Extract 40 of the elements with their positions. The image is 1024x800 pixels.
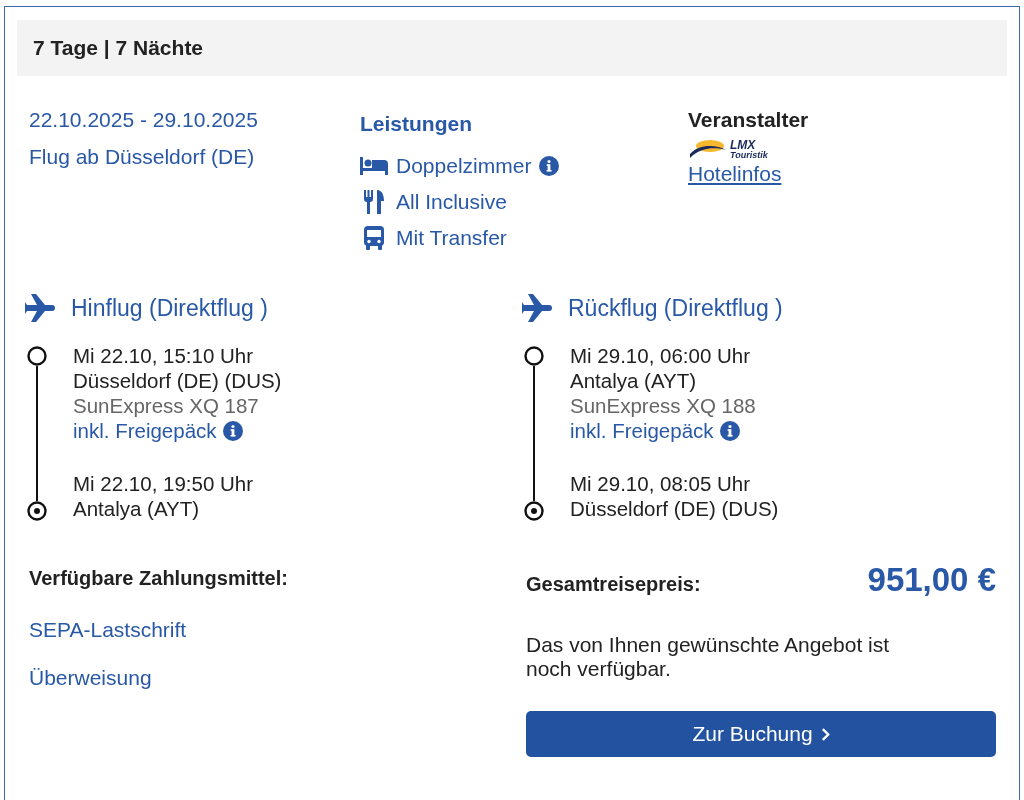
services-heading: Leistungen bbox=[360, 112, 473, 136]
flight-time: Mi 29.10, 06:00 Uhr bbox=[570, 343, 752, 368]
airport-name: Düsseldorf (DE) (DUS) bbox=[570, 496, 780, 521]
booking-button[interactable]: Zur Buchung bbox=[526, 711, 996, 757]
airplane-icon bbox=[522, 294, 554, 322]
airplane-icon bbox=[25, 294, 57, 322]
flight-time: Mi 22.10, 19:50 Uhr bbox=[73, 471, 255, 496]
logo-icon bbox=[688, 138, 728, 160]
logo-subtitle: Touristik bbox=[730, 150, 768, 160]
info-icon[interactable] bbox=[719, 420, 740, 441]
departure-airport: Flug ab Düsseldorf (DE) bbox=[29, 145, 256, 169]
payment-method: SEPA-Lastschrift bbox=[29, 618, 188, 642]
airport-name: Antalya (AYT) bbox=[570, 368, 698, 393]
baggage-label: inkl. Freigepäck bbox=[73, 418, 217, 443]
travel-dates: 22.10.2025 - 29.10.2025 bbox=[29, 108, 259, 132]
airport-name: Antalya (AYT) bbox=[73, 496, 201, 521]
chevron-icon bbox=[820, 727, 830, 741]
flight-number: SunExpress XQ 188 bbox=[570, 393, 757, 418]
flight-time: Mi 22.10, 15:10 Uhr bbox=[73, 343, 255, 368]
service-label: Doppelzimmer bbox=[396, 154, 532, 178]
operator-heading: Veranstalter bbox=[688, 108, 810, 132]
flight-time: Mi 29.10, 08:05 Uhr bbox=[570, 471, 752, 496]
service-label: Mit Transfer bbox=[396, 226, 507, 250]
offer-header: 7 Tage | 7 Nächte bbox=[17, 20, 1007, 76]
info-icon[interactable] bbox=[222, 420, 243, 441]
total-price: 951,00 € bbox=[867, 561, 996, 599]
info-icon[interactable] bbox=[539, 156, 560, 176]
payment-method: Überweisung bbox=[29, 666, 153, 690]
flight-title: Rückflug (Direktflug ) bbox=[568, 294, 783, 322]
baggage-label: inkl. Freigepäck bbox=[570, 418, 714, 443]
service-label: All Inclusive bbox=[396, 190, 507, 214]
availability-note: Das von Ihnen gewünschte Angebot ist noch verfügbar. bbox=[526, 633, 891, 681]
bed-icon bbox=[360, 157, 388, 175]
flight-title: Hinflug (Direktflug ) bbox=[71, 294, 268, 322]
flight-number: SunExpress XQ 187 bbox=[73, 393, 260, 418]
logo-name: LMX bbox=[730, 138, 756, 151]
total-price-label: Gesamtreisepreis: bbox=[526, 573, 701, 596]
hotel-info-link[interactable]: Hotelinfos bbox=[688, 162, 782, 186]
payment-heading: Verfügbare Zahlungsmittel: bbox=[29, 567, 289, 590]
airport-name: Düsseldorf (DE) (DUS) bbox=[73, 368, 283, 393]
